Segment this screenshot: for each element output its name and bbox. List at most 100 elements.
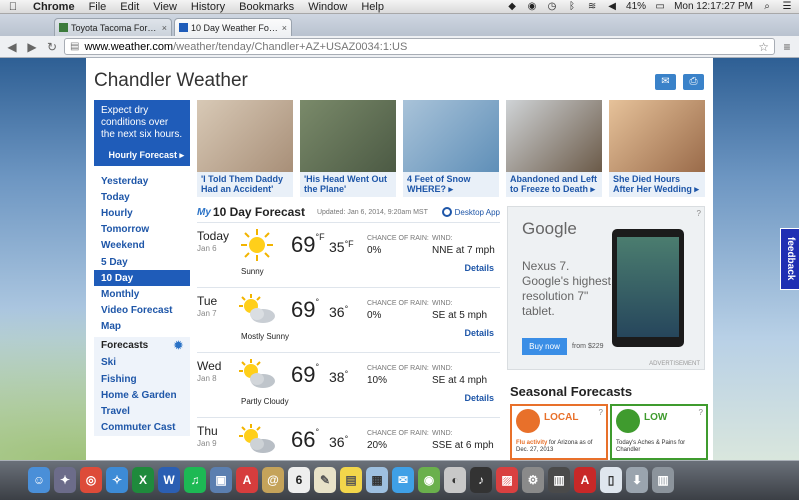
chrome-menu-icon[interactable]: ≡ [779,40,795,54]
news-card[interactable]: 'I Told Them Daddy Had an Accident' [197,100,293,197]
nav-fishing[interactable]: Fishing [94,371,190,387]
eye-icon[interactable]: ◉ [526,1,538,12]
photo-booth-icon[interactable]: ◐ [444,467,466,493]
hourly-forecast-link[interactable]: Hourly Forecast ▸ [108,149,184,161]
preview-icon[interactable]: ▦ [366,467,388,493]
menu-window[interactable]: Window [301,1,354,13]
content-container: Chandler Weather ✉ ⎙ Expect dry conditio… [86,58,713,460]
dropbox-icon[interactable]: ◆ [506,1,518,12]
image-capture-icon[interactable]: ▣ [210,467,232,493]
battery-icon[interactable]: ▭ [654,1,666,12]
nav-ski[interactable]: Ski [94,355,190,371]
tab-weather-forecast[interactable]: 10 Day Weather Forecast f × [174,18,292,36]
help-icon[interactable]: ? [699,408,703,417]
desktop-app-link[interactable]: Desktop App [441,207,500,217]
apple-menu-icon[interactable]:  [0,1,26,13]
nav-monthly[interactable]: Monthly [94,286,190,302]
nav-commuter-cast[interactable]: Commuter Cast [94,420,190,436]
nav-10-day[interactable]: 10 Day [94,270,190,287]
calendar-icon[interactable]: 6 [288,467,310,493]
news-caption[interactable]: Abandoned and Left to Freeze to Death ▸ [506,172,602,196]
details-link[interactable]: Details [464,263,494,273]
nav-home-garden[interactable]: Home & Garden [94,387,190,403]
acrobat-icon[interactable]: A [574,467,596,493]
news-card[interactable]: 4 Feet of Snow WHERE? ▸ [403,100,499,197]
bluetooth-icon[interactable]: ᛒ [566,1,578,12]
menu-edit[interactable]: Edit [113,1,146,13]
menu-view[interactable]: View [146,1,184,13]
nav-today[interactable]: Today [94,189,190,205]
news-card[interactable]: She Died Hours After Her Wedding ▸ [609,100,705,197]
wifi-icon[interactable]: ≋ [586,1,598,12]
spotify-icon[interactable]: ♫ [184,467,206,493]
bookmark-star-icon[interactable]: ☆ [758,40,769,54]
volume-icon[interactable]: ◀ [606,1,618,12]
news-card[interactable]: 'His Head Went Out the Plane' [300,100,396,197]
launchpad-icon[interactable]: ✦ [54,467,76,493]
nav-tomorrow[interactable]: Tomorrow [94,222,190,238]
news-card[interactable]: Abandoned and Left to Freeze to Death ▸ [506,100,602,197]
downloads-stack-icon[interactable]: ⬇ [626,467,648,493]
news-caption[interactable]: She Died Hours After Her Wedding ▸ [609,172,705,196]
itunes-icon[interactable]: ♪ [470,467,492,493]
system-preferences-icon[interactable]: ⚙ [522,467,544,493]
ad-info-icon[interactable]: ? [697,209,701,218]
stickies-icon[interactable]: ▤ [340,467,362,493]
news-caption[interactable]: 4 Feet of Snow WHERE? ▸ [403,172,499,196]
activity-monitor-icon[interactable]: ▥ [548,467,570,493]
details-link[interactable]: Details [464,328,494,338]
menubar-clock[interactable]: Mon 12:17:27 PM [674,1,753,12]
nav-map[interactable]: Map [94,319,190,335]
notes-icon[interactable]: ✎ [314,467,336,493]
gear-icon[interactable]: ✹ [174,339,183,352]
nexus-ad[interactable]: ? Google Nexus 7. Google's highest resol… [507,206,705,370]
weather-alert-box[interactable]: Expect dry conditions over the next six … [94,100,190,166]
news-caption[interactable]: 'I Told Them Daddy Had an Accident' [197,172,293,196]
tab-close-icon[interactable]: × [282,23,287,33]
file-icon[interactable]: ▯ [600,467,622,493]
flu-card[interactable]: LOCAL ? Flu activity for Arizona as of D… [510,404,608,460]
messages-icon[interactable]: ✉ [392,467,414,493]
chrome-icon[interactable]: ◎ [80,467,102,493]
page-info-icon[interactable]: ▤ [70,41,79,52]
help-icon[interactable]: ? [599,408,603,417]
news-caption[interactable]: 'His Head Went Out the Plane' [300,172,396,196]
nav-video-forecast[interactable]: Video Forecast [94,303,190,319]
reload-icon[interactable]: ↻ [44,40,60,54]
word-icon[interactable]: W [158,467,180,493]
photo-icon[interactable]: ▨ [496,467,518,493]
notification-center-icon[interactable]: ☰ [781,1,793,12]
contacts-icon[interactable]: @ [262,467,284,493]
battery-percent[interactable]: 41% [626,1,646,12]
menu-history[interactable]: History [184,1,232,13]
menu-help[interactable]: Help [354,1,391,13]
print-icon[interactable]: ⎙ [683,74,704,90]
back-arrow-icon[interactable]: ◀ [4,40,20,54]
tab-close-icon[interactable]: × [162,23,167,33]
menu-file[interactable]: File [82,1,114,13]
feedback-tab[interactable]: feedback [780,228,799,290]
spotlight-search-icon[interactable]: ⌕ [761,1,773,12]
finder-icon[interactable]: ☺ [28,467,50,493]
app-store-icon[interactable]: A [236,467,258,493]
aches-card[interactable]: LOW ? Today's Aches & Pains for Chandler [610,404,708,460]
details-link[interactable]: Details [464,393,494,403]
nav-hourly[interactable]: Hourly [94,205,190,221]
nav-travel[interactable]: Travel [94,403,190,419]
excel-icon[interactable]: X [132,467,154,493]
safari-icon[interactable]: ✧ [106,467,128,493]
address-bar[interactable]: ▤ www.weather.com /weather/tenday/Chandl… [64,38,775,55]
tab-toyota-forums[interactable]: Toyota Tacoma Forums - × [54,18,172,36]
email-icon[interactable]: ✉ [655,74,676,90]
menu-app-name[interactable]: Chrome [26,1,82,13]
menu-bookmarks[interactable]: Bookmarks [232,1,301,13]
sun-icon [241,229,273,261]
nav-weekend[interactable]: Weekend [94,238,190,254]
nav-5-day[interactable]: 5 Day [94,254,190,270]
trash-icon[interactable]: ▥ [652,467,674,493]
forward-arrow-icon[interactable]: ▶ [24,40,40,54]
nav-yesterday[interactable]: Yesterday [94,173,190,189]
buy-now-button[interactable]: Buy now [522,338,567,355]
time-machine-icon[interactable]: ◷ [546,1,558,12]
facetime-icon[interactable]: ◉ [418,467,440,493]
